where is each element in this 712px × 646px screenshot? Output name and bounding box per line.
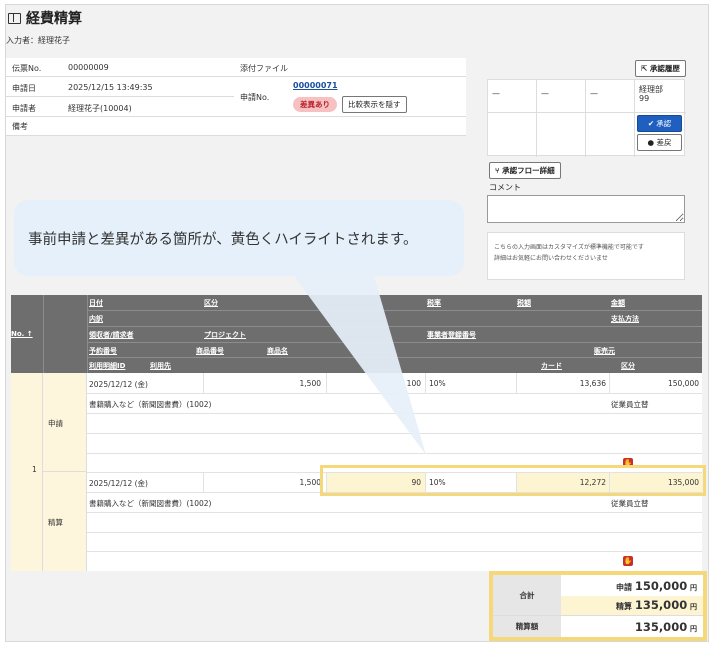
apply-rate: 10% xyxy=(429,379,446,388)
remarks-label: 備考 xyxy=(12,122,28,131)
info-row-apply: 申請日 2025/12/15 13:49:35 申請者 経理花子(10004) … xyxy=(6,77,466,117)
apply-date: 2025/12/12 (金) xyxy=(89,380,148,389)
callout-bubble: 事前申請と差異がある箇所が、黄色くハイライトされます。 xyxy=(14,200,464,276)
apply-amount: 150,000 xyxy=(667,379,699,388)
applicant-value: 経理花子(10004) xyxy=(68,104,132,113)
notice-line-2: 詳細はお気軽にお問い合わせくださいませ xyxy=(494,255,608,263)
apply-kind-label: 申請 xyxy=(48,419,63,428)
header-payee[interactable]: 領収者/請求者 xyxy=(89,330,134,340)
header-payment[interactable]: 支払方法 xyxy=(611,314,639,324)
check-icon: ✔ xyxy=(647,119,657,128)
header-amount[interactable]: 金額 xyxy=(611,298,625,308)
page-title: 経費精算 xyxy=(8,8,82,28)
sum-settle: 精算 135,000 円 xyxy=(616,598,697,612)
header-division[interactable]: 区分 xyxy=(621,361,635,371)
header-date[interactable]: 日付 xyxy=(89,298,103,308)
receipt-icon[interactable]: ✋ xyxy=(623,556,633,566)
apply-content: 書籍購入など（新聞図書費）(1002) xyxy=(89,400,212,409)
totals-panel: 合計 精算額 申請 150,000 円 精算 135,000 円 135,000… xyxy=(489,571,707,641)
header-registration[interactable]: 事業者登録番号 xyxy=(427,330,476,340)
callout-text: 事前申請と差異がある箇所が、黄色くハイライトされます。 xyxy=(28,232,418,248)
settle-unit: 1,500 xyxy=(299,478,321,487)
attachment-label: 添付ファイル xyxy=(240,64,288,73)
row-no-cell: 1 xyxy=(11,373,43,571)
comment-label: コメント xyxy=(489,183,521,192)
header-no[interactable]: No. ↑ xyxy=(11,330,33,338)
apply-qty: 100 xyxy=(406,379,421,388)
settle-total: 135,000 円 xyxy=(634,620,697,634)
notice-line-1: こちらの入力画面はカスタマイズが標準機能で可能です xyxy=(494,244,644,251)
header-item-no[interactable]: 商品番号 xyxy=(196,346,224,356)
diff-badge: 差異あり xyxy=(293,97,337,112)
creator-label: 入力者：経理花子 xyxy=(6,36,70,45)
apply-kind-cell: 申請 xyxy=(43,373,87,472)
header-content[interactable]: 内訳 xyxy=(89,314,103,324)
apply-tax: 13,636 xyxy=(579,379,606,388)
comment-textarea[interactable] xyxy=(487,195,685,223)
apply-date-value: 2025/12/15 13:49:35 xyxy=(68,83,153,92)
sum-label: 合計 xyxy=(493,575,561,615)
apply-payment: 従業員立替 xyxy=(611,400,649,409)
approval-cell-3: — xyxy=(590,89,598,98)
header-rate[interactable]: 税率 xyxy=(427,298,441,308)
info-row-remarks: 備考 xyxy=(6,117,466,136)
settle-kind-label: 精算 xyxy=(48,518,63,527)
hide-compare-button[interactable]: 比較表示を隠す xyxy=(342,96,407,113)
header-project[interactable]: プロジェクト xyxy=(204,330,246,340)
diff-highlight-frame xyxy=(320,465,706,496)
header-card[interactable]: カード xyxy=(541,361,562,371)
apply-unit: 1,500 xyxy=(299,379,321,388)
settle-total-label: 精算額 xyxy=(493,616,561,637)
header-reservation-no[interactable]: 予約番号 xyxy=(89,346,117,356)
apply-date-label: 申請日 xyxy=(12,84,36,93)
approval-history-button[interactable]: ⇱ 承認履歴 xyxy=(635,60,686,77)
settle-payment: 従業員立替 xyxy=(611,499,649,508)
apply-no-label: 申請No. xyxy=(240,93,270,102)
settle-content: 書籍購入など（新聞図書費）(1002) xyxy=(89,499,212,508)
history-icon: ⇱ xyxy=(641,64,650,73)
header-usage-id[interactable]: 利用明細ID xyxy=(89,361,125,371)
reject-button[interactable]: ● 差戻 xyxy=(637,134,682,151)
info-row-slip: 伝票No. 00000009 添付ファイル xyxy=(6,58,466,77)
header-supplier[interactable]: 販売元 xyxy=(594,346,615,356)
book-icon xyxy=(8,12,21,24)
sum-apply: 申請 150,000 円 xyxy=(616,579,697,593)
header-tax[interactable]: 税額 xyxy=(517,298,531,308)
approval-cell-1: — xyxy=(492,89,500,98)
notice-box: こちらの入力画面はカスタマイズが標準機能で可能です 詳細はお気軽にお問い合わせく… xyxy=(487,232,685,280)
slip-no-value: 00000009 xyxy=(68,63,109,72)
header-usage[interactable]: 利用先 xyxy=(150,361,171,371)
settle-kind-cell: 精算 xyxy=(43,472,87,571)
title-text: 経費精算 xyxy=(26,11,82,27)
settle-date: 2025/12/12 (金) xyxy=(89,479,148,488)
header-item-name[interactable]: 商品名 xyxy=(267,346,288,356)
slip-no-label: 伝票No. xyxy=(12,64,42,73)
info-panel: 伝票No. 00000009 添付ファイル 申請日 2025/12/15 13:… xyxy=(6,58,466,138)
approve-button[interactable]: ✔ 承認 xyxy=(637,115,682,132)
approver-code: 99 xyxy=(639,94,650,103)
table-header: No. ↑ 日付 区分 税率 税額 金額 内訳 支払方法 領収者/請求者 プロジ… xyxy=(11,295,702,373)
apply-no-link[interactable]: 00000071 xyxy=(293,81,338,90)
approval-flow-button[interactable]: ⑂ 承認フロー詳細 xyxy=(489,162,561,179)
row-no: 1 xyxy=(32,465,37,474)
header-category[interactable]: 区分 xyxy=(204,298,218,308)
approval-cell-2: — xyxy=(541,89,549,98)
applicant-label: 申請者 xyxy=(12,104,36,113)
